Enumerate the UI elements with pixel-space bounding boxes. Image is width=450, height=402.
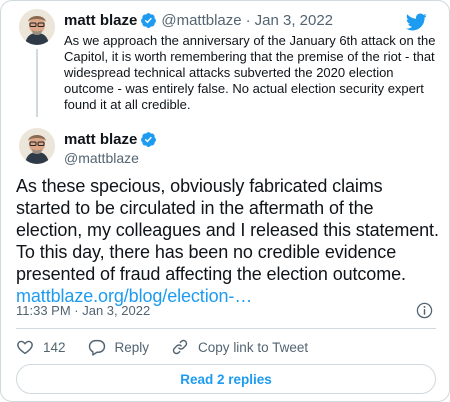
- reply-icon: [88, 339, 105, 356]
- info-icon[interactable]: [416, 302, 433, 319]
- tweet-embed-card: matt blaze @mattblaze · Jan 3, 2022 As w…: [0, 0, 450, 402]
- author-handle[interactable]: @mattblaze: [161, 12, 241, 29]
- divider: [16, 328, 436, 329]
- like-button[interactable]: 142: [16, 338, 66, 356]
- tweet-text: As these specious, obviously fabricated …: [16, 175, 441, 307]
- parent-author-row[interactable]: matt blaze @mattblaze · Jan 3, 2022: [64, 12, 333, 29]
- verified-badge-icon: [141, 132, 157, 147]
- main-author-row[interactable]: matt blaze: [64, 131, 161, 148]
- heart-icon: [17, 340, 33, 355]
- verified-badge-icon: [141, 13, 157, 28]
- twitter-bird-icon[interactable]: [405, 11, 427, 33]
- reply-label: Reply: [114, 339, 150, 355]
- avatar[interactable]: [19, 9, 55, 45]
- tweet-timestamp[interactable]: 11:33 PM · Jan 3, 2022: [16, 303, 150, 318]
- thread-line: [36, 49, 38, 117]
- copy-link-button[interactable]: Copy link to Tweet: [171, 338, 308, 356]
- link-icon: [172, 339, 188, 355]
- avatar[interactable]: [19, 128, 55, 164]
- tweet-body: As these specious, obviously fabricated …: [16, 176, 439, 284]
- author-name[interactable]: matt blaze: [64, 12, 137, 29]
- copy-link-label: Copy link to Tweet: [198, 339, 309, 355]
- parent-tweet[interactable]: matt blaze @mattblaze · Jan 3, 2022 As w…: [1, 1, 449, 119]
- author-handle[interactable]: @mattblaze: [64, 150, 139, 166]
- parent-tweet-text: As we approach the anniversary of the Ja…: [64, 33, 436, 112]
- action-bar: 142 Reply Copy link to Tweet: [16, 337, 330, 357]
- tweet-date-link[interactable]: Jan 3, 2022: [255, 12, 333, 29]
- author-name[interactable]: matt blaze: [64, 131, 137, 148]
- reply-button[interactable]: Reply: [88, 338, 150, 356]
- read-replies-button[interactable]: Read 2 replies: [16, 364, 436, 394]
- separator-dot: ·: [245, 12, 251, 29]
- like-count: 142: [43, 339, 66, 355]
